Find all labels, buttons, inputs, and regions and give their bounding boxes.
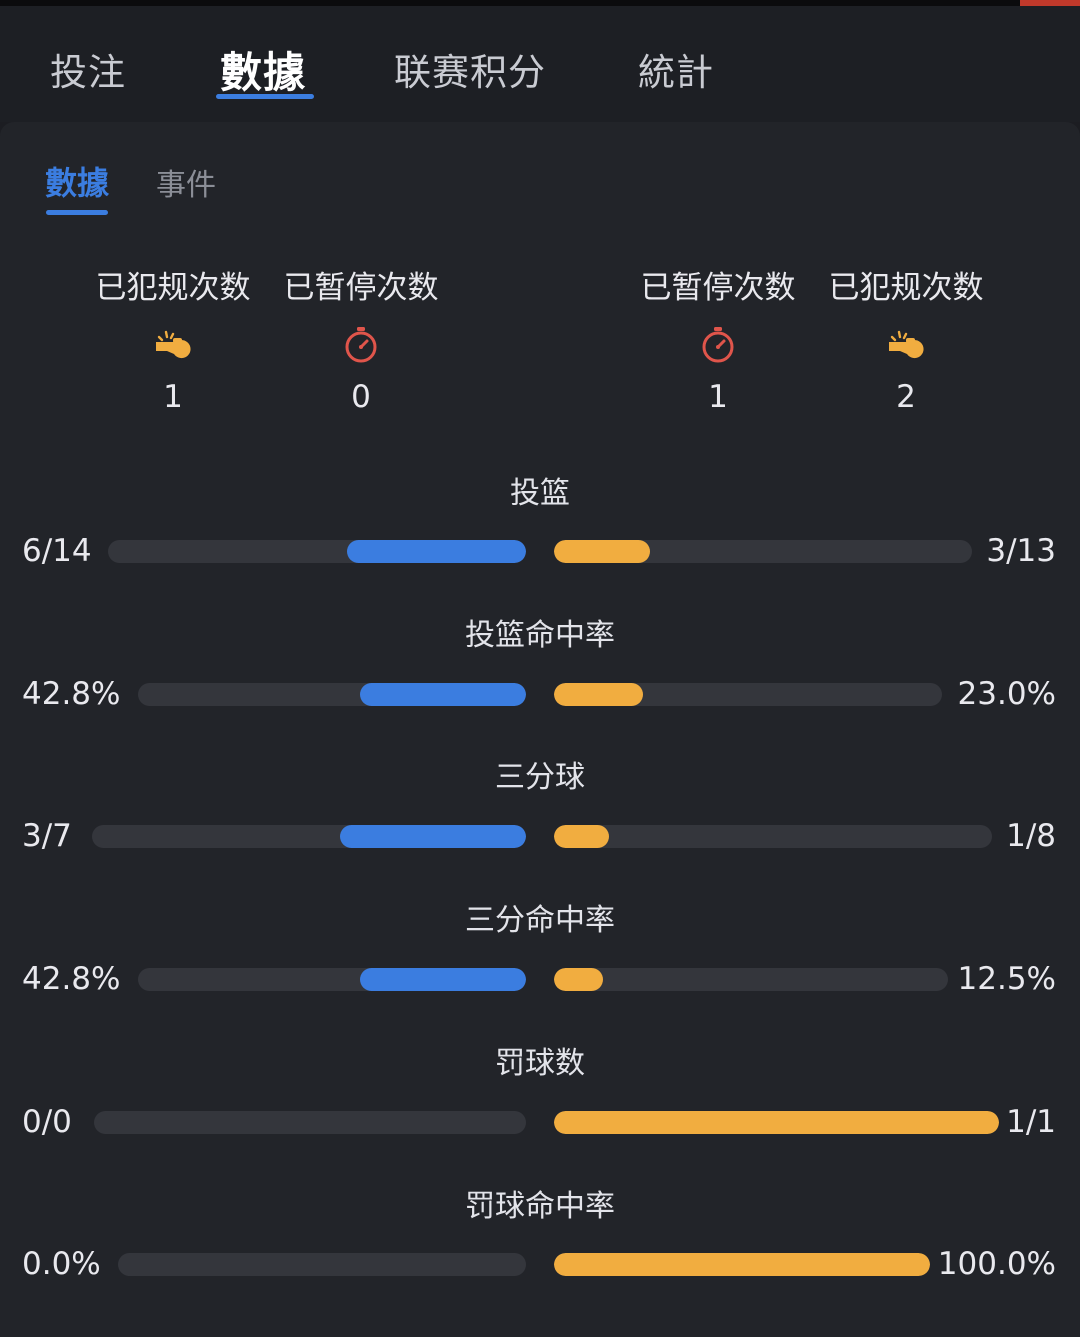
stat-title: 罚球数 [495, 1046, 585, 1081]
home-timeouts: 已暂停次数 0 [271, 262, 451, 415]
stat-away-value: 1/8 [1006, 818, 1056, 854]
stat-title: 罚球命中率 [465, 1189, 615, 1224]
stat-away-value: 23.0% [957, 676, 1056, 712]
stat-home-fill [347, 540, 526, 563]
stat-away-fill [554, 1253, 930, 1276]
stat-title: 投篮命中率 [465, 618, 615, 653]
stat-home-fill [340, 825, 526, 848]
stat-away-bar [554, 825, 992, 848]
stat-title: 三分球 [495, 760, 585, 795]
stat-home-bar [92, 825, 526, 848]
stat-away-value: 3/13 [986, 533, 1056, 569]
stat-home-bar [108, 540, 526, 563]
away-timeouts-label: 已暂停次数 [640, 270, 796, 306]
stat-away-bar [554, 683, 942, 706]
stat-away-bar [554, 968, 948, 991]
away-fouls-label: 已犯规次数 [828, 270, 984, 306]
stat-home-value: 42.8% [22, 961, 121, 997]
stat-away-fill [554, 825, 609, 848]
subtab-indicator [46, 210, 108, 215]
whistle-icon [83, 325, 263, 365]
stat-away-fill [554, 683, 644, 706]
stopwatch-icon [628, 325, 808, 365]
stat-away-fill [554, 1111, 999, 1134]
stat-home-fill [359, 968, 526, 991]
stat-away-value: 12.5% [957, 961, 1056, 997]
stat-home-value: 0.0% [22, 1246, 101, 1282]
stat-home-fill [359, 683, 526, 706]
stat-home-bar [94, 1111, 526, 1134]
tab-betting[interactable]: 投注 [50, 42, 126, 96]
away-fouls-value: 2 [896, 379, 916, 415]
stat-home-bar [138, 968, 526, 991]
stat-home-bar [138, 683, 526, 706]
stat-home-bar [118, 1253, 526, 1276]
stat-away-fill [554, 540, 651, 563]
stat-title: 投篮 [510, 476, 570, 511]
stat-home-value: 0/0 [22, 1104, 72, 1140]
subtab-events[interactable]: 事件 [156, 160, 216, 204]
tab-data[interactable]: 數據 [220, 39, 306, 100]
home-fouls-value: 1 [163, 379, 183, 415]
stat-title: 三分命中率 [465, 903, 615, 938]
stat-away-bar [554, 540, 972, 563]
stat-away-bar [554, 1111, 999, 1134]
home-timeouts-value: 0 [351, 379, 371, 415]
home-timeouts-label: 已暂停次数 [283, 270, 439, 306]
away-fouls: 已犯规次数 2 [816, 262, 996, 415]
main-tab-bar: 投注 數據 联赛积分 統計 [0, 6, 1080, 122]
stat-away-value: 100.0% [937, 1246, 1056, 1282]
stat-home-value: 6/14 [22, 533, 92, 569]
home-fouls-label: 已犯规次数 [95, 270, 251, 306]
away-timeouts: 已暂停次数 1 [628, 262, 808, 415]
away-timeouts-value: 1 [708, 379, 728, 415]
stat-home-value: 42.8% [22, 676, 121, 712]
main-tab-indicator [216, 94, 314, 99]
stopwatch-icon [271, 325, 451, 365]
stat-away-value: 1/1 [1006, 1104, 1056, 1140]
tab-statistics[interactable]: 統計 [638, 42, 714, 96]
home-fouls: 已犯规次数 1 [83, 262, 263, 415]
tab-league-standings[interactable]: 联赛积分 [394, 42, 546, 96]
subtab-data[interactable]: 數據 [45, 158, 109, 204]
whistle-icon [816, 325, 996, 365]
stat-home-value: 3/7 [22, 818, 72, 854]
stat-away-bar [554, 1253, 930, 1276]
stat-away-fill [554, 968, 604, 991]
